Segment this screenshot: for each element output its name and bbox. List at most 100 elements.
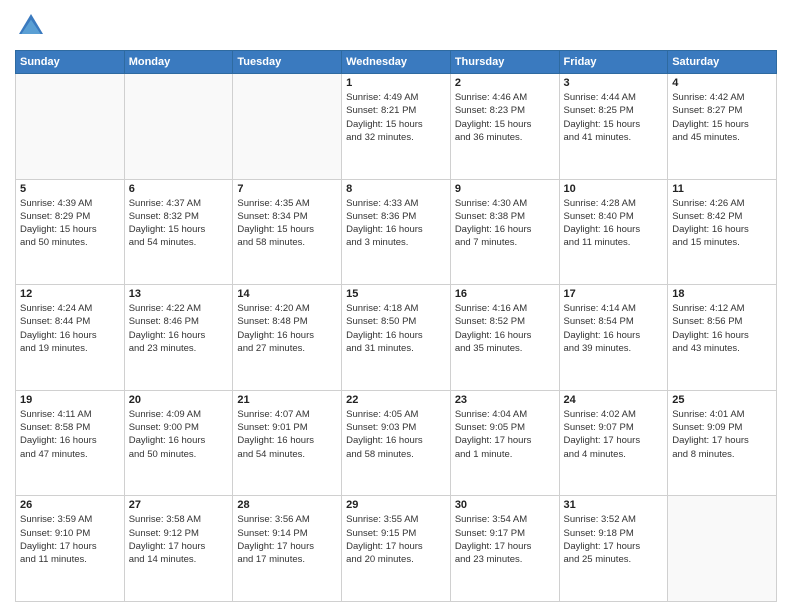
day-info: Sunrise: 4:46 AM Sunset: 8:23 PM Dayligh…: [455, 91, 555, 144]
day-info: Sunrise: 4:44 AM Sunset: 8:25 PM Dayligh…: [564, 91, 664, 144]
day-info: Sunrise: 4:14 AM Sunset: 8:54 PM Dayligh…: [564, 302, 664, 355]
day-number: 21: [237, 394, 337, 406]
calendar-cell: 22 Sunrise: 4:05 AM Sunset: 9:03 PM Dayli…: [342, 390, 451, 496]
calendar-cell: 14 Sunrise: 4:20 AM Sunset: 8:48 PM Dayli…: [233, 285, 342, 391]
day-info: Sunrise: 4:02 AM Sunset: 9:07 PM Dayligh…: [564, 408, 664, 461]
weekday-header: Thursday: [450, 51, 559, 74]
calendar-cell: 28 Sunrise: 3:56 AM Sunset: 9:14 PM Dayli…: [233, 496, 342, 602]
day-number: 31: [564, 499, 664, 511]
day-number: 1: [346, 77, 446, 89]
day-number: 27: [129, 499, 229, 511]
day-info: Sunrise: 4:22 AM Sunset: 8:46 PM Dayligh…: [129, 302, 229, 355]
day-info: Sunrise: 4:07 AM Sunset: 9:01 PM Dayligh…: [237, 408, 337, 461]
day-number: 22: [346, 394, 446, 406]
day-number: 29: [346, 499, 446, 511]
day-info: Sunrise: 3:52 AM Sunset: 9:18 PM Dayligh…: [564, 513, 664, 566]
day-info: Sunrise: 4:11 AM Sunset: 8:58 PM Dayligh…: [20, 408, 120, 461]
day-info: Sunrise: 4:04 AM Sunset: 9:05 PM Dayligh…: [455, 408, 555, 461]
calendar-cell: 15 Sunrise: 4:18 AM Sunset: 8:50 PM Dayli…: [342, 285, 451, 391]
calendar-cell: 19 Sunrise: 4:11 AM Sunset: 8:58 PM Dayli…: [16, 390, 125, 496]
day-number: 3: [564, 77, 664, 89]
page: SundayMondayTuesdayWednesdayThursdayFrid…: [0, 0, 792, 612]
weekday-header: Monday: [124, 51, 233, 74]
day-number: 28: [237, 499, 337, 511]
day-number: 19: [20, 394, 120, 406]
logo-icon: [15, 10, 47, 42]
day-info: Sunrise: 4:05 AM Sunset: 9:03 PM Dayligh…: [346, 408, 446, 461]
calendar-cell: [668, 496, 777, 602]
calendar-cell: 16 Sunrise: 4:16 AM Sunset: 8:52 PM Dayli…: [450, 285, 559, 391]
calendar-cell: 21 Sunrise: 4:07 AM Sunset: 9:01 PM Dayli…: [233, 390, 342, 496]
weekday-header: Sunday: [16, 51, 125, 74]
calendar-row: 5 Sunrise: 4:39 AM Sunset: 8:29 PM Daylig…: [16, 179, 777, 285]
weekday-header: Saturday: [668, 51, 777, 74]
day-info: Sunrise: 4:37 AM Sunset: 8:32 PM Dayligh…: [129, 197, 229, 250]
logo: [15, 10, 51, 42]
day-number: 16: [455, 288, 555, 300]
day-info: Sunrise: 4:20 AM Sunset: 8:48 PM Dayligh…: [237, 302, 337, 355]
day-number: 25: [672, 394, 772, 406]
weekday-header: Friday: [559, 51, 668, 74]
calendar-cell: 24 Sunrise: 4:02 AM Sunset: 9:07 PM Dayli…: [559, 390, 668, 496]
day-info: Sunrise: 4:30 AM Sunset: 8:38 PM Dayligh…: [455, 197, 555, 250]
day-number: 6: [129, 183, 229, 195]
day-number: 7: [237, 183, 337, 195]
calendar-row: 19 Sunrise: 4:11 AM Sunset: 8:58 PM Dayli…: [16, 390, 777, 496]
day-info: Sunrise: 3:54 AM Sunset: 9:17 PM Dayligh…: [455, 513, 555, 566]
day-number: 23: [455, 394, 555, 406]
calendar-cell: 11 Sunrise: 4:26 AM Sunset: 8:42 PM Dayli…: [668, 179, 777, 285]
calendar-cell: 26 Sunrise: 3:59 AM Sunset: 9:10 PM Dayli…: [16, 496, 125, 602]
day-number: 12: [20, 288, 120, 300]
day-info: Sunrise: 4:18 AM Sunset: 8:50 PM Dayligh…: [346, 302, 446, 355]
day-number: 5: [20, 183, 120, 195]
calendar-cell: 4 Sunrise: 4:42 AM Sunset: 8:27 PM Daylig…: [668, 74, 777, 180]
day-info: Sunrise: 4:49 AM Sunset: 8:21 PM Dayligh…: [346, 91, 446, 144]
calendar-cell: 29 Sunrise: 3:55 AM Sunset: 9:15 PM Dayli…: [342, 496, 451, 602]
day-number: 20: [129, 394, 229, 406]
calendar-cell: 27Sunrise: 3:58 AM Sunset: 9:12 PM Dayli…: [124, 496, 233, 602]
day-number: 13: [129, 288, 229, 300]
calendar-cell: 13 Sunrise: 4:22 AM Sunset: 8:46 PM Dayli…: [124, 285, 233, 391]
calendar-cell: 30Sunrise: 3:54 AM Sunset: 9:17 PM Dayli…: [450, 496, 559, 602]
day-number: 26: [20, 499, 120, 511]
day-number: 2: [455, 77, 555, 89]
calendar-cell: [124, 74, 233, 180]
weekday-header: Wednesday: [342, 51, 451, 74]
day-number: 15: [346, 288, 446, 300]
day-number: 11: [672, 183, 772, 195]
day-number: 14: [237, 288, 337, 300]
calendar-row: 12 Sunrise: 4:24 AM Sunset: 8:44 PM Dayli…: [16, 285, 777, 391]
calendar-cell: 7 Sunrise: 4:35 AM Sunset: 8:34 PM Daylig…: [233, 179, 342, 285]
calendar-table: SundayMondayTuesdayWednesdayThursdayFrid…: [15, 50, 777, 602]
day-info: Sunrise: 4:24 AM Sunset: 8:44 PM Dayligh…: [20, 302, 120, 355]
day-info: Sunrise: 3:59 AM Sunset: 9:10 PM Dayligh…: [20, 513, 120, 566]
calendar-cell: 5 Sunrise: 4:39 AM Sunset: 8:29 PM Daylig…: [16, 179, 125, 285]
calendar-cell: 17Sunrise: 4:14 AM Sunset: 8:54 PM Dayli…: [559, 285, 668, 391]
calendar-cell: 8Sunrise: 4:33 AM Sunset: 8:36 PM Daylig…: [342, 179, 451, 285]
day-number: 9: [455, 183, 555, 195]
calendar-row: 26 Sunrise: 3:59 AM Sunset: 9:10 PM Dayli…: [16, 496, 777, 602]
day-number: 4: [672, 77, 772, 89]
calendar-cell: [16, 74, 125, 180]
calendar-cell: 2 Sunrise: 4:46 AM Sunset: 8:23 PM Daylig…: [450, 74, 559, 180]
day-number: 8: [346, 183, 446, 195]
day-info: Sunrise: 4:35 AM Sunset: 8:34 PM Dayligh…: [237, 197, 337, 250]
calendar-cell: 9 Sunrise: 4:30 AM Sunset: 8:38 PM Daylig…: [450, 179, 559, 285]
calendar-cell: 23 Sunrise: 4:04 AM Sunset: 9:05 PM Dayli…: [450, 390, 559, 496]
day-info: Sunrise: 4:28 AM Sunset: 8:40 PM Dayligh…: [564, 197, 664, 250]
calendar-cell: 1 Sunrise: 4:49 AM Sunset: 8:21 PM Daylig…: [342, 74, 451, 180]
day-info: Sunrise: 4:26 AM Sunset: 8:42 PM Dayligh…: [672, 197, 772, 250]
day-info: Sunrise: 4:42 AM Sunset: 8:27 PM Dayligh…: [672, 91, 772, 144]
calendar-cell: 31 Sunrise: 3:52 AM Sunset: 9:18 PM Dayli…: [559, 496, 668, 602]
calendar-header-row: SundayMondayTuesdayWednesdayThursdayFrid…: [16, 51, 777, 74]
day-info: Sunrise: 4:12 AM Sunset: 8:56 PM Dayligh…: [672, 302, 772, 355]
calendar-cell: 12 Sunrise: 4:24 AM Sunset: 8:44 PM Dayli…: [16, 285, 125, 391]
header: [15, 10, 777, 42]
day-number: 24: [564, 394, 664, 406]
day-info: Sunrise: 4:09 AM Sunset: 9:00 PM Dayligh…: [129, 408, 229, 461]
day-info: Sunrise: 3:56 AM Sunset: 9:14 PM Dayligh…: [237, 513, 337, 566]
day-info: Sunrise: 3:55 AM Sunset: 9:15 PM Dayligh…: [346, 513, 446, 566]
calendar-cell: 18Sunrise: 4:12 AM Sunset: 8:56 PM Dayli…: [668, 285, 777, 391]
day-info: Sunrise: 4:39 AM Sunset: 8:29 PM Dayligh…: [20, 197, 120, 250]
day-info: Sunrise: 4:16 AM Sunset: 8:52 PM Dayligh…: [455, 302, 555, 355]
